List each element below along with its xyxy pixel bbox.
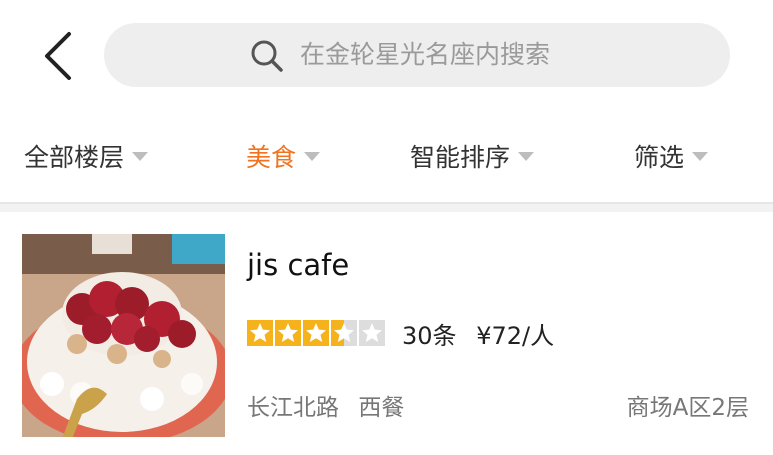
search-placeholder: 在金轮星光名座内搜索 bbox=[300, 40, 551, 69]
star-icon bbox=[247, 320, 273, 346]
filter-label: 美食 bbox=[246, 143, 297, 172]
shaved-ice-dessert-image bbox=[22, 234, 225, 437]
filter-bar: 全部楼层 美食 智能排序 筛选 bbox=[0, 110, 773, 204]
star-icon bbox=[331, 320, 357, 346]
filter-label: 全部楼层 bbox=[24, 143, 125, 172]
list-item[interactable]: jis cafe 30条 ¥72/人 长江北路 西餐 商场A区2层 bbox=[0, 212, 773, 455]
category-tag: 西餐 bbox=[358, 395, 405, 421]
avg-price: ¥72/人 bbox=[476, 322, 555, 350]
filter-all-floors[interactable]: 全部楼层 bbox=[24, 110, 149, 202]
chevron-left-icon bbox=[45, 32, 71, 80]
back-button[interactable] bbox=[36, 28, 80, 84]
filter-food[interactable]: 美食 bbox=[246, 110, 321, 202]
rating-stars bbox=[247, 320, 385, 346]
search-input[interactable]: 在金轮星光名座内搜索 bbox=[104, 23, 730, 87]
filter-smart-sort[interactable]: 智能排序 bbox=[410, 110, 535, 202]
caret-down-icon bbox=[132, 151, 149, 161]
search-icon bbox=[251, 40, 283, 72]
star-icon bbox=[303, 320, 329, 346]
caret-down-icon bbox=[518, 151, 535, 161]
review-meta: 30条 ¥72/人 bbox=[402, 316, 566, 351]
caret-down-icon bbox=[692, 151, 709, 161]
review-count: 30条 bbox=[402, 322, 457, 350]
mall-location: 商场A区2层 bbox=[626, 395, 749, 421]
filter-screen[interactable]: 筛选 bbox=[634, 110, 709, 202]
star-icon bbox=[275, 320, 301, 346]
top-header: 在金轮星光名座内搜索 bbox=[0, 0, 773, 110]
shop-tags: 长江北路 西餐 bbox=[247, 388, 416, 422]
filter-label: 智能排序 bbox=[410, 143, 511, 172]
area-tag: 长江北路 bbox=[247, 395, 339, 421]
shop-name[interactable]: jis cafe bbox=[247, 248, 349, 282]
star-icon bbox=[359, 320, 385, 346]
caret-down-icon bbox=[304, 151, 321, 161]
filter-label: 筛选 bbox=[634, 143, 685, 172]
shop-thumbnail[interactable] bbox=[22, 234, 225, 437]
